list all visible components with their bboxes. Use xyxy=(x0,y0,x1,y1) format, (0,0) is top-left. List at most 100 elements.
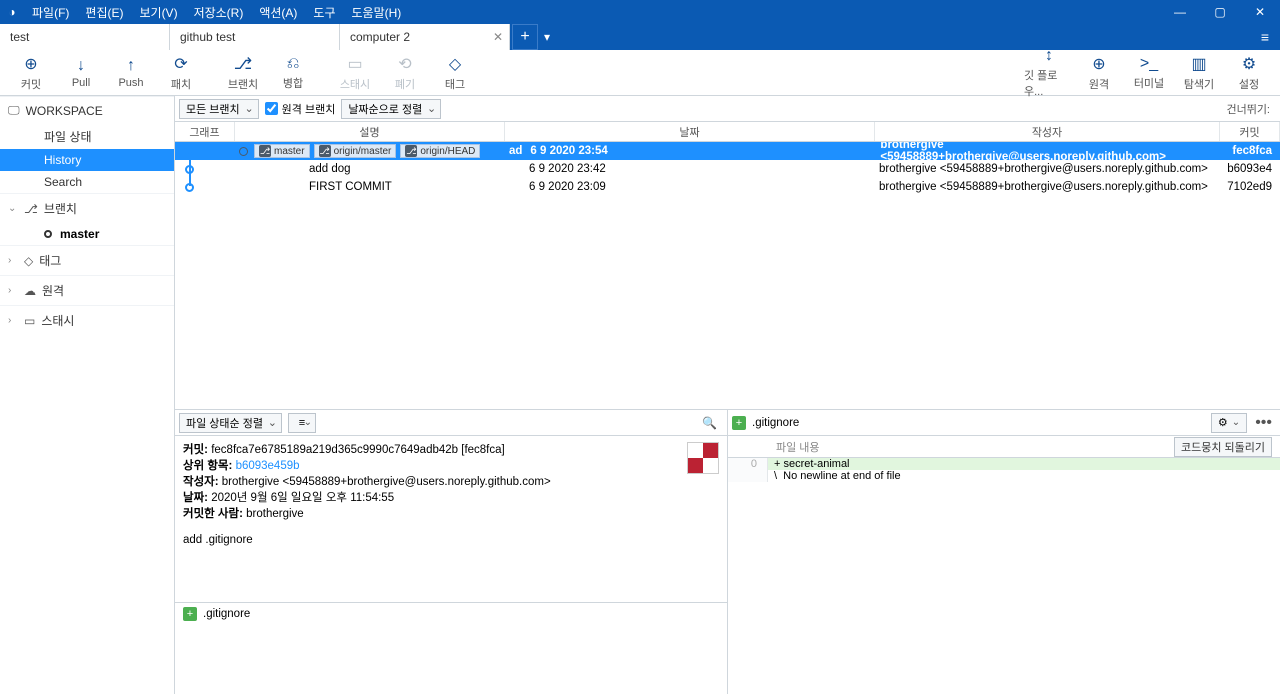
tab-menu-dropdown[interactable]: ▾ xyxy=(538,24,556,50)
branch-master[interactable]: master xyxy=(0,223,174,245)
sidebar-item-history[interactable]: History xyxy=(0,149,174,171)
branch-tag-origin-master[interactable]: ⎇origin/master xyxy=(314,144,397,158)
diff-line: \ No newline at end of file xyxy=(768,470,1280,482)
line-number xyxy=(728,470,768,482)
commit-icon: ⊕ xyxy=(24,54,37,74)
tag-section[interactable]: › ◇ 태그 xyxy=(0,245,174,275)
revert-hunk-button[interactable]: 코드뭉치 되돌리기 xyxy=(1174,437,1272,457)
sidebar-item-filestatus[interactable]: 파일 상태 xyxy=(0,124,174,149)
btn-label: 태그 xyxy=(445,76,465,92)
btn-label: Push xyxy=(118,77,143,89)
remote-button[interactable]: ⊕원격 xyxy=(1074,51,1124,95)
menu-action[interactable]: 액션(A) xyxy=(251,4,305,21)
minimize-icon[interactable]: — xyxy=(1160,3,1200,21)
view-mode-button[interactable]: ≡ xyxy=(288,413,316,433)
commit-hash: 7102ed9 xyxy=(1220,181,1280,193)
btn-label: 설정 xyxy=(1239,76,1259,92)
terminal-icon: >_ xyxy=(1140,55,1158,73)
content-label: 파일 내용 xyxy=(736,439,820,455)
menubar: 파일(F) 편집(E) 보기(V) 저장소(R) 액션(A) 도구 도움말(H) xyxy=(24,4,409,21)
head-marker-icon xyxy=(239,147,248,156)
branch-button[interactable]: ⎇ 브랜치 xyxy=(218,51,268,95)
line-number: 0 xyxy=(728,458,768,470)
sidebar-item-search[interactable]: Search xyxy=(0,171,174,193)
remote-section[interactable]: › ☁ 원격 xyxy=(0,275,174,305)
diff-line-add[interactable]: + secret-animal xyxy=(768,458,1280,470)
settings-button[interactable]: ⚙설정 xyxy=(1224,51,1274,95)
tab-label: computer 2 xyxy=(350,30,410,44)
stash-button: ▭스태시 xyxy=(330,51,380,95)
commit-author: brothergive <59458889+brothergive@users.… xyxy=(875,163,1220,175)
sort-dropdown[interactable]: 날짜순으로 정렬 xyxy=(341,99,441,119)
diff-file-name: + .gitignore xyxy=(732,416,799,430)
commit-label: 커밋: xyxy=(183,444,208,456)
commit-row[interactable]: ⎇master ⎇origin/master ⎇origin/HEAD ad 6… xyxy=(175,142,1280,160)
detail-toolbar: 파일 상태순 정렬 ≡ 🔍 xyxy=(175,410,727,436)
skip-label: 건너뛰기: xyxy=(1226,101,1276,117)
tab-github-test[interactable]: github test xyxy=(170,24,340,50)
maximize-icon[interactable]: ▢ xyxy=(1200,3,1240,21)
more-icon[interactable]: ••• xyxy=(1251,414,1276,432)
branch-icon: ⎇ xyxy=(234,54,252,74)
pull-button[interactable]: ↓Pull xyxy=(56,51,106,95)
col-author[interactable]: 작성자 xyxy=(875,122,1220,141)
search-icon[interactable]: 🔍 xyxy=(702,416,723,430)
stash-label: 스태시 xyxy=(41,312,74,329)
explorer-button[interactable]: ▥탐색기 xyxy=(1174,51,1224,95)
merge-button[interactable]: ⎌병합 xyxy=(268,51,318,95)
menu-file[interactable]: 파일(F) xyxy=(24,4,77,21)
menu-repo[interactable]: 저장소(R) xyxy=(186,4,252,21)
commit-row[interactable]: add dog 6 9 2020 23:42 brothergive <5945… xyxy=(175,160,1280,178)
cloud-icon: ☁ xyxy=(24,284,36,298)
menu-help[interactable]: 도움말(H) xyxy=(344,4,410,21)
col-graph[interactable]: 그래프 xyxy=(175,122,235,141)
parent-link[interactable]: b6093e459b xyxy=(236,460,300,472)
tab-computer-2[interactable]: computer 2 ✕ xyxy=(340,24,510,50)
app-logo-icon: ◑ xyxy=(0,5,24,19)
changed-file[interactable]: + .gitignore xyxy=(175,603,727,625)
committer-value: brothergive xyxy=(246,508,304,520)
commit-date: 6 9 2020 23:09 xyxy=(525,181,875,193)
commit-author: brothergive <59458889+brothergive@users.… xyxy=(875,181,1220,193)
branch-section[interactable]: ⌄ ⎇ 브랜치 xyxy=(0,193,174,223)
close-icon[interactable]: ✕ xyxy=(1240,3,1280,21)
titlebar: ◑ 파일(F) 편집(E) 보기(V) 저장소(R) 액션(A) 도구 도움말(… xyxy=(0,0,1280,24)
terminal-button[interactable]: >_ 터미널 xyxy=(1124,51,1174,95)
fetch-button[interactable]: ⟳패치 xyxy=(156,51,206,95)
commit-row[interactable]: FIRST COMMIT 6 9 2020 23:09 brothergive … xyxy=(175,178,1280,196)
chevron-right-icon: › xyxy=(8,285,20,296)
all-branches-dropdown[interactable]: 모든 브랜치 xyxy=(179,99,259,119)
branch-tag-master[interactable]: ⎇master xyxy=(254,144,310,158)
col-date[interactable]: 날짜 xyxy=(505,122,875,141)
btn-label: 브랜치 xyxy=(228,76,258,92)
explorer-icon: ▥ xyxy=(1191,54,1206,74)
add-tab-button[interactable]: + xyxy=(512,24,538,50)
remote-branches-checkbox[interactable]: 원격 브랜치 xyxy=(265,101,336,117)
menu-edit[interactable]: 편집(E) xyxy=(77,4,131,21)
stash-section[interactable]: › ▭ 스태시 xyxy=(0,305,174,335)
commit-detail-panel: 파일 상태순 정렬 ≡ 🔍 커밋: fec8fca7e6785189a219d3… xyxy=(175,410,728,694)
btn-label: 폐기 xyxy=(395,76,415,92)
tab-label: github test xyxy=(180,30,235,44)
commit-button[interactable]: ⊕ 커밋 xyxy=(6,51,56,95)
tab-close-icon[interactable]: ✕ xyxy=(493,30,503,44)
btn-label: 터미널 xyxy=(1134,75,1164,91)
col-desc[interactable]: 설명 xyxy=(235,122,505,141)
branch-tag-origin-head[interactable]: ⎇origin/HEAD xyxy=(400,144,480,158)
menu-tools[interactable]: 도구 xyxy=(305,4,343,21)
diff-toolbar: + .gitignore ⚙ ••• xyxy=(728,410,1280,436)
hamburger-icon[interactable]: ≡ xyxy=(1250,24,1280,50)
file-sort-dropdown[interactable]: 파일 상태순 정렬 xyxy=(179,413,282,433)
diff-settings-button[interactable]: ⚙ xyxy=(1211,413,1247,433)
graph-line xyxy=(189,152,191,186)
tab-test[interactable]: test xyxy=(0,24,170,50)
gitflow-button[interactable]: ↕깃 플로우... xyxy=(1024,51,1074,95)
btn-label: 커밋 xyxy=(21,76,41,92)
remote-branches-input[interactable] xyxy=(265,102,278,115)
menu-view[interactable]: 보기(V) xyxy=(131,4,185,21)
push-button[interactable]: ↑Push xyxy=(106,51,156,95)
tag-button[interactable]: ◇태그 xyxy=(430,51,480,95)
col-commit[interactable]: 커밋 xyxy=(1220,122,1280,141)
fetch-icon: ⟳ xyxy=(174,54,187,74)
workspace-section[interactable]: 🖵 WORKSPACE xyxy=(0,96,174,124)
